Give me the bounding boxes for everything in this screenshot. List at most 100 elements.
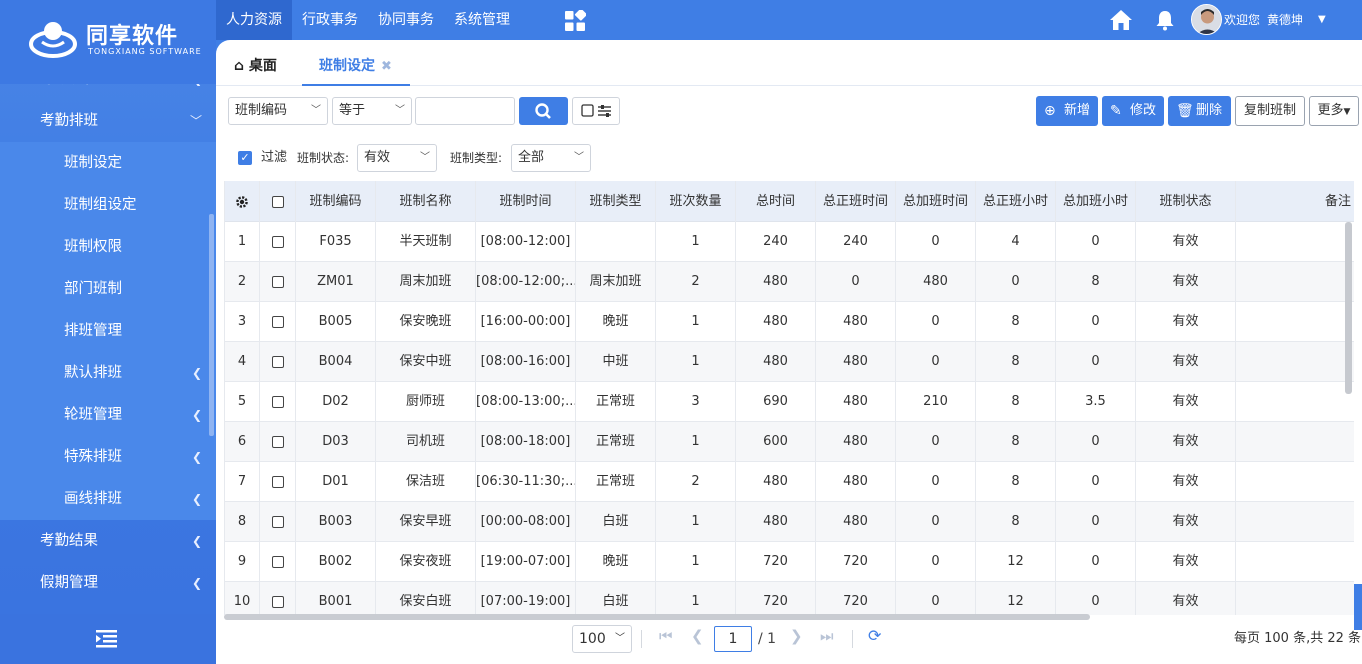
table-row[interactable]: 3 B005 保安晚班 [16:00-00:00] 晚班 1 480 480 0 8 0 有效	[225, 302, 1354, 342]
table-row[interactable]: 6 D03 司机班 [08:00-18:00] 正常班 1 600 480 0 8 0 有效	[225, 422, 1354, 462]
table-row[interactable]: 1 F035 半天班制 [08:00-12:00] 1 240 240 0 4 0 有效	[225, 222, 1354, 262]
table-settings-icon[interactable]	[225, 181, 260, 222]
sidebar-item-5[interactable]: 部门班制	[0, 268, 216, 310]
tab-home[interactable]: ⌂ 桌面	[234, 40, 277, 86]
user-menu-caret-icon[interactable]: ▼	[1318, 0, 1326, 40]
table-cell: D03	[296, 422, 376, 462]
first-page-icon[interactable]: ⏮	[659, 627, 673, 645]
table-horizontal-scrollbar[interactable]	[224, 614, 1090, 620]
row-checkbox[interactable]	[260, 262, 296, 302]
table-row[interactable]: 4 B004 保安中班 [08:00-16:00] 中班 1 480 480 0 8 0 有效	[225, 342, 1354, 382]
column-header[interactable]: 总加班时间	[896, 181, 976, 222]
status-select[interactable]: 有效 ﹀	[357, 144, 437, 172]
filter-label: 过滤	[261, 150, 288, 165]
sidebar-item-10[interactable]: 画线排班 ❮	[0, 478, 216, 520]
column-header[interactable]: 班制状态	[1136, 181, 1236, 222]
sidebar-item-8[interactable]: 轮班管理 ❮	[0, 394, 216, 436]
field-select[interactable]: 班制编码 ﹀	[228, 97, 328, 125]
more-button[interactable]: 更多▼	[1309, 96, 1359, 126]
table-cell: 1	[656, 422, 736, 462]
sidebar-item-4[interactable]: 班制权限	[0, 226, 216, 268]
last-page-icon[interactable]: ⏭	[820, 627, 834, 645]
edit-button[interactable]: ✎ 修改	[1102, 96, 1164, 126]
sidebar-item-1[interactable]: 考勤排班 ﹀	[0, 100, 216, 142]
column-header[interactable]: 班制编码	[296, 181, 376, 222]
prev-page-icon[interactable]: ❮	[691, 627, 704, 645]
delete-button-label: 删除	[1196, 103, 1223, 118]
row-checkbox[interactable]	[260, 542, 296, 582]
column-header[interactable]: 班制类型	[576, 181, 656, 222]
search-input[interactable]	[415, 97, 515, 125]
topnav-collab[interactable]: 协同事务	[368, 0, 444, 40]
column-header[interactable]: 备注	[1236, 181, 1354, 222]
table-cell: 1	[656, 502, 736, 542]
row-checkbox[interactable]	[260, 382, 296, 422]
sidebar-item-11[interactable]: 考勤结果 ❮	[0, 520, 216, 562]
sidebar-item-6[interactable]: 排班管理	[0, 310, 216, 352]
table-row[interactable]: 2 ZM01 周末加班 [08:00-12:00;... 周末加班 2 480 0 480 0 8 有…	[225, 262, 1354, 302]
column-header[interactable]: 总时间	[736, 181, 816, 222]
copy-shift-button[interactable]: 复制班制	[1235, 96, 1305, 126]
collapse-icon[interactable]	[96, 630, 118, 648]
row-checkbox[interactable]	[260, 502, 296, 542]
column-header[interactable]: 班制名称	[376, 181, 476, 222]
sidebar-item-3[interactable]: 班制组设定	[0, 184, 216, 226]
home-icon[interactable]	[1109, 9, 1133, 31]
table-cell: 8	[976, 502, 1056, 542]
table-row[interactable]: 5 D02 厨师班 [08:00-13:00;... 正常班 3 690 480 210 8 3.5…	[225, 382, 1354, 422]
shift-table: 班制编码 班制名称 班制时间 班制类型 班次数量 总时间 总正班时间 总加班时间 总正班小时 总加…	[224, 181, 1354, 615]
delete-button[interactable]: 🗑 删除	[1168, 96, 1231, 126]
row-checkbox[interactable]	[260, 302, 296, 342]
bell-icon[interactable]	[1154, 9, 1176, 31]
user-name[interactable]: 黄德坤	[1267, 0, 1303, 40]
apps-grid-icon[interactable]	[564, 10, 586, 32]
sidebar-footer	[0, 614, 216, 664]
column-header[interactable]: 总正班时间	[816, 181, 896, 222]
table-cell: 12	[976, 542, 1056, 582]
sidebar-item-7[interactable]: 默认排班 ❮	[0, 352, 216, 394]
topnav-hr[interactable]: 人力资源	[216, 0, 292, 40]
table-cell: 480	[736, 462, 816, 502]
type-select[interactable]: 全部 ﹀	[511, 144, 591, 172]
sidebar-item-label: 考勤结果	[40, 533, 98, 549]
table-cell: 1	[656, 222, 736, 262]
avatar[interactable]	[1191, 4, 1222, 35]
table-row[interactable]: 8 B003 保安早班 [00:00-08:00] 白班 1 480 480 0 8 0 有效	[225, 502, 1354, 542]
row-checkbox[interactable]	[260, 222, 296, 262]
sidebar-item-0[interactable]: 考勤流程 ❮	[0, 84, 216, 100]
next-page-icon[interactable]: ❯	[790, 627, 803, 645]
refresh-icon[interactable]: ⟳	[868, 626, 881, 645]
table-row[interactable]: 7 D01 保洁班 [06:30-11:30;... 正常班 2 480 480 0 8 0 有效	[225, 462, 1354, 502]
column-header[interactable]: 班制时间	[476, 181, 576, 222]
table-row[interactable]: 9 B002 保安夜班 [19:00-07:00] 晚班 1 720 720 0 12 0 有效	[225, 542, 1354, 582]
table-row[interactable]: 10 B001 保安白班 [07:00-19:00] 白班 1 720 720 0 12 0 有效	[225, 582, 1354, 615]
page-size-select[interactable]: 100 ﹀	[572, 625, 632, 653]
row-checkbox[interactable]	[260, 462, 296, 502]
table-cell: 有效	[1136, 302, 1236, 342]
column-header[interactable]: 总加班小时	[1056, 181, 1136, 222]
row-checkbox[interactable]	[260, 582, 296, 615]
topnav-system[interactable]: 系统管理	[444, 0, 520, 40]
sidebar-item-2[interactable]: 班制设定	[0, 142, 216, 184]
tab-shift-settings[interactable]: 班制设定 ✖	[302, 40, 410, 86]
table-vertical-scrollbar[interactable]	[1345, 222, 1352, 394]
select-all-checkbox[interactable]	[260, 181, 296, 222]
sidebar-item-12[interactable]: 假期管理 ❮	[0, 562, 216, 604]
filter-checkbox[interactable]: ✓	[238, 151, 252, 165]
column-settings-button[interactable]	[572, 97, 620, 125]
trash-icon: 🗑	[1176, 103, 1194, 119]
sidebar-item-9[interactable]: 特殊排班 ❮	[0, 436, 216, 478]
search-button[interactable]	[519, 97, 568, 125]
topnav-admin[interactable]: 行政事务	[292, 0, 368, 40]
page-number-input[interactable]: 1	[714, 626, 752, 652]
add-button[interactable]: ⊕ 新增	[1036, 96, 1098, 126]
row-checkbox[interactable]	[260, 422, 296, 462]
column-header[interactable]: 总正班小时	[976, 181, 1056, 222]
row-checkbox[interactable]	[260, 342, 296, 382]
tab-close-icon[interactable]: ✖	[381, 59, 392, 74]
operator-select[interactable]: 等于 ﹀	[332, 97, 412, 125]
column-header[interactable]: 班次数量	[656, 181, 736, 222]
sidebar-scrollbar[interactable]	[209, 214, 214, 436]
table-cell: 正常班	[576, 422, 656, 462]
table-cell: 8	[976, 302, 1056, 342]
